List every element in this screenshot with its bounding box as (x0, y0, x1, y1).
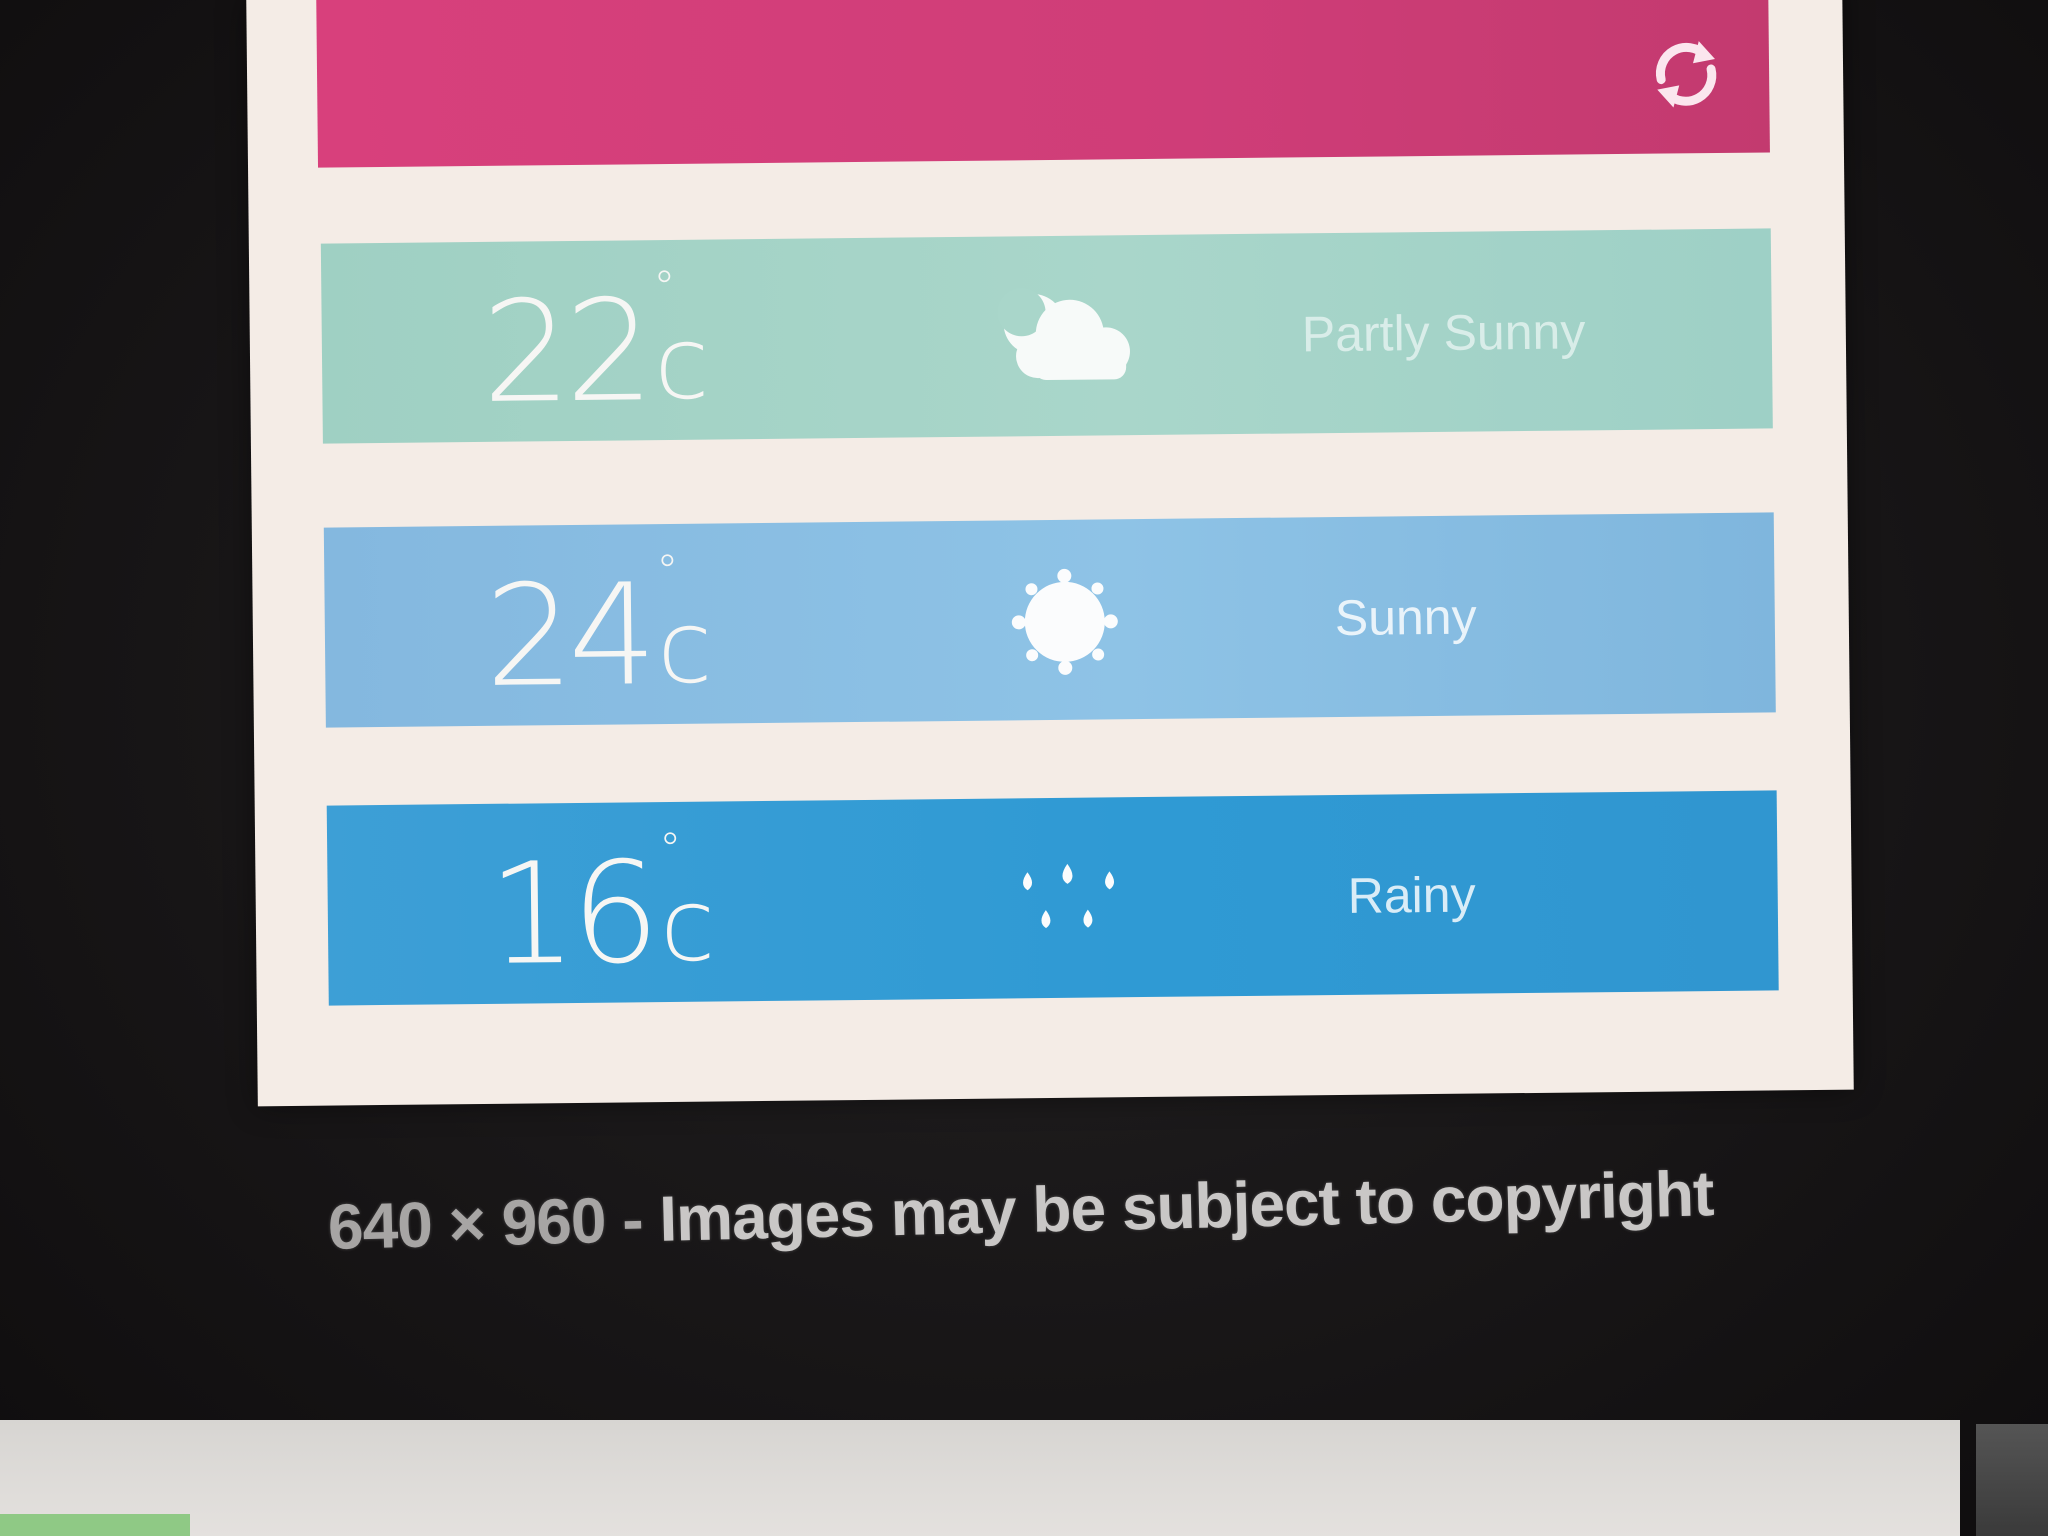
temperature-value: 22 (481, 270, 649, 435)
temperature-value: 16 (487, 832, 655, 997)
image-dimensions: 640 × 960 - (327, 1182, 661, 1263)
adjacent-thumbnail[interactable] (1976, 1424, 2048, 1536)
condition-label: Rainy (1347, 866, 1476, 924)
temperature-unit: c (656, 588, 713, 707)
degree-symbol: ° (653, 261, 676, 314)
condition-label: Sunny (1334, 588, 1477, 647)
temperature-value: 24 (484, 554, 652, 719)
partly-sunny-icon (981, 271, 1142, 403)
image-caption: 640 × 960 - Images may be subject to cop… (327, 1156, 1714, 1264)
forecast-row-sunny[interactable]: 24 ° c Sunny (323, 512, 1776, 728)
next-result-strip[interactable] (0, 1420, 1960, 1536)
rain-icon (987, 833, 1148, 965)
forecast-row-partly-sunny[interactable]: 22 ° c Partly Sunny (320, 228, 1773, 444)
temperature: 24 ° c (484, 545, 713, 719)
copyright-notice[interactable]: Images may be subject to copyright (658, 1157, 1714, 1255)
temperature-unit: c (659, 866, 716, 985)
temperature: 22 ° c (481, 261, 710, 435)
sun-icon (984, 555, 1145, 687)
next-result-thumbnail-edge[interactable] (0, 1514, 190, 1536)
weather-app-preview[interactable]: 22 ° c Partly Sunny 24 ° c Sunny 16 ° c … (246, 0, 1854, 1107)
temperature-unit: c (653, 304, 710, 423)
degree-symbol: ° (659, 823, 682, 876)
screen: 22 ° c Partly Sunny 24 ° c Sunny 16 ° c … (0, 0, 2048, 1536)
refresh-icon (1656, 41, 1717, 108)
forecast-row-rainy[interactable]: 16 ° c Rainy (326, 790, 1779, 1006)
temperature: 16 ° c (487, 823, 716, 997)
refresh-button[interactable] (1643, 31, 1730, 118)
condition-label: Partly Sunny (1301, 303, 1586, 363)
hero-banner (316, 0, 1770, 168)
degree-symbol: ° (656, 545, 679, 598)
